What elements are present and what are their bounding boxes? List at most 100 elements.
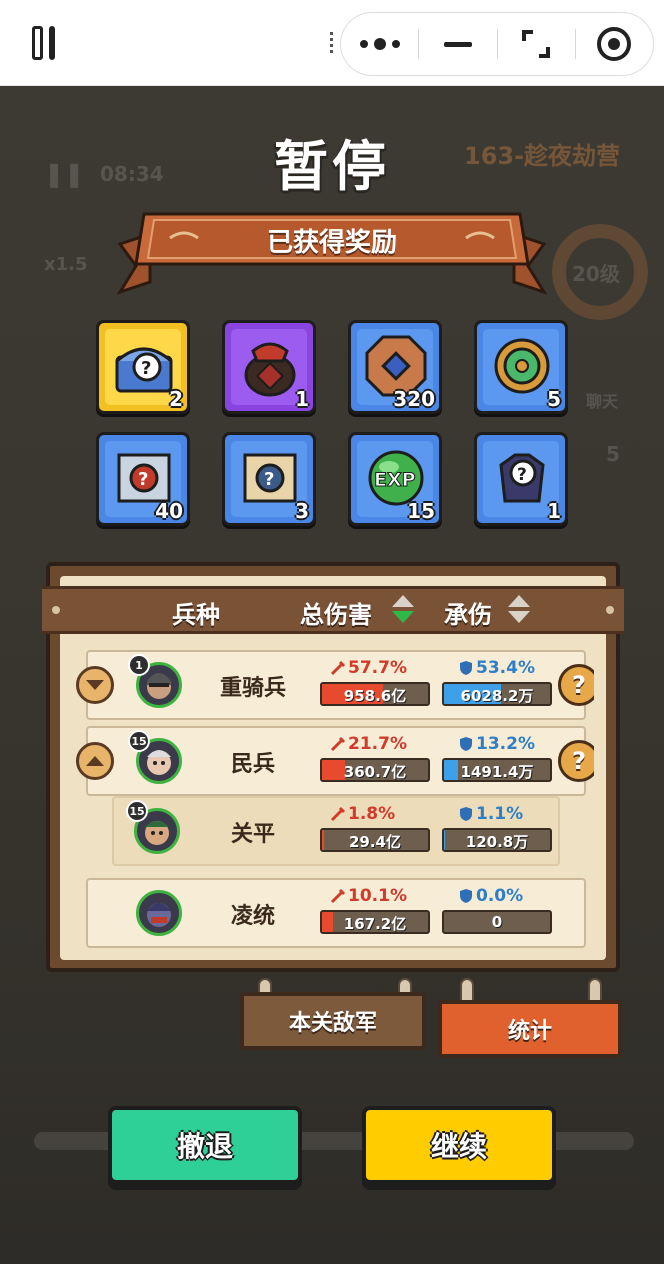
retreat-button[interactable]: 撤退 xyxy=(108,1106,302,1184)
sort-damage-icon[interactable] xyxy=(392,595,414,625)
tab-statistics[interactable]: 统计 xyxy=(438,1000,622,1058)
tank-value: 0 xyxy=(491,913,503,931)
question-icon: ? xyxy=(572,747,586,775)
unit-name: 重骑兵 xyxy=(219,676,286,701)
fullscreen-icon xyxy=(522,30,551,58)
header-unit: 兵种 xyxy=(172,601,220,629)
close-mini-program-button[interactable] xyxy=(576,13,653,75)
expand-button[interactable] xyxy=(76,742,114,780)
tank-percent: 1.1% xyxy=(476,804,524,824)
minimize-button[interactable] xyxy=(419,13,496,75)
reward-jar[interactable]: 1 xyxy=(222,320,316,414)
table-row: 1 重骑兵 57.7% 958.6亿 53.4% 6028.2万 ? xyxy=(76,650,594,720)
help-button[interactable]: ? xyxy=(558,740,594,782)
chevron-up-icon xyxy=(86,756,104,766)
damage-bar: 29.4亿 xyxy=(320,828,430,852)
sword-icon xyxy=(330,660,346,676)
help-button[interactable]: ? xyxy=(558,664,594,706)
reward-coin[interactable]: 320 xyxy=(348,320,442,414)
level-badge: 15 xyxy=(128,730,150,752)
table-row: 15 民兵 21.7% 360.7亿 13.2% 1491.4万 ? xyxy=(76,726,594,796)
reward-count: 320 xyxy=(393,387,435,411)
svg-text:?: ? xyxy=(141,358,151,379)
battle-stats-panel: 兵种 总伤害 承伤 1 重骑兵 57.7% 958.6亿 53.4% 6028.… xyxy=(42,562,624,972)
reward-exp-orb[interactable]: EXP 15 xyxy=(348,432,442,526)
tank-bar: 120.8万 xyxy=(442,828,552,852)
mini-program-capsule xyxy=(340,12,654,76)
reward-count: 5 xyxy=(547,387,561,411)
reward-mystery-scroll[interactable]: ? 40 xyxy=(96,432,190,526)
tank-percent: 53.4% xyxy=(476,658,535,678)
pause-title: 暂停 xyxy=(274,135,390,198)
bg-level: 20级 xyxy=(572,262,620,286)
more-button[interactable] xyxy=(341,13,418,75)
chevron-down-icon xyxy=(86,680,104,690)
tank-value: 120.8万 xyxy=(465,833,529,851)
damage-percent: 57.7% xyxy=(348,658,407,678)
reward-mystery-chest[interactable]: ? 2 xyxy=(96,320,190,414)
reward-count: 15 xyxy=(407,499,435,523)
svg-text:?: ? xyxy=(264,469,274,490)
sort-tank-icon[interactable] xyxy=(508,595,530,625)
level-badge: 15 xyxy=(126,800,148,822)
record-icon xyxy=(597,27,632,61)
level-badge: 1 xyxy=(128,654,150,676)
stats-rows: 1 重骑兵 57.7% 958.6亿 53.4% 6028.2万 ? 15 民兵… xyxy=(76,650,594,950)
damage-bar: 958.6亿 xyxy=(320,682,430,706)
damage-value: 360.7亿 xyxy=(343,763,407,781)
tank-bar: 6028.2万 xyxy=(442,682,552,706)
tank-value: 6028.2万 xyxy=(460,687,534,705)
tank-value: 1491.4万 xyxy=(460,763,534,781)
header-tank-sort[interactable]: 承伤 xyxy=(444,595,492,630)
sidebar-toggle-icon[interactable] xyxy=(32,26,64,60)
shield-icon xyxy=(460,737,472,751)
collapse-button[interactable] xyxy=(76,666,114,704)
damage-bar: 360.7亿 xyxy=(320,758,430,782)
sword-icon xyxy=(330,888,346,904)
reward-count: 40 xyxy=(155,499,183,523)
unit-name: 凌统 xyxy=(230,904,275,929)
bg-speed: x1.5 xyxy=(44,254,88,275)
sword-icon xyxy=(330,736,346,752)
shield-icon xyxy=(460,889,472,903)
unit-name: 民兵 xyxy=(230,752,275,777)
bg-chat: 聊天 xyxy=(586,392,619,411)
reward-mystery-armor[interactable]: ? 1 xyxy=(474,432,568,526)
table-row: 凌统 10.1% 167.2亿 0.0% 0 xyxy=(86,878,586,948)
damage-bar: 167.2亿 xyxy=(320,910,430,934)
damage-value: 167.2亿 xyxy=(343,915,407,933)
bg-side-count: 5 xyxy=(606,442,620,466)
unit-name: 关平 xyxy=(230,822,275,847)
tank-percent: 13.2% xyxy=(476,734,535,754)
svg-text:?: ? xyxy=(138,469,148,490)
rewards-banner-label: 已获得奖励 xyxy=(266,228,397,258)
sword-icon xyxy=(330,806,346,822)
game-pause-screen: ❚❚ 08:34 163-趁夜劫营 x1.5 20级 聊天 5 暂停 已获得奖励… xyxy=(0,86,664,1264)
top-bar xyxy=(0,0,664,86)
drag-handle-icon xyxy=(330,32,333,54)
fullscreen-button[interactable] xyxy=(498,13,575,75)
tank-percent: 0.0% xyxy=(476,886,524,906)
reward-count: 2 xyxy=(169,387,183,411)
tab-enemy-units[interactable]: 本关敌军 xyxy=(240,992,426,1050)
reward-count: 1 xyxy=(547,499,561,523)
more-dots-icon xyxy=(359,38,400,50)
avatar xyxy=(136,890,182,936)
minus-icon xyxy=(443,41,472,47)
tank-bar: 0 xyxy=(442,910,552,934)
table-row: 15 关平 1.8% 29.4亿 1.1% 120.8万 xyxy=(112,796,560,866)
shield-icon xyxy=(460,661,472,675)
damage-percent: 21.7% xyxy=(348,734,407,754)
damage-value: 958.6亿 xyxy=(343,687,407,705)
tank-bar: 1491.4万 xyxy=(442,758,552,782)
question-icon: ? xyxy=(572,671,586,699)
reward-jade-ring[interactable]: 5 xyxy=(474,320,568,414)
header-damage-sort[interactable]: 总伤害 xyxy=(300,595,372,630)
svg-text:?: ? xyxy=(517,465,527,485)
continue-button[interactable]: 继续 xyxy=(362,1106,556,1184)
reward-scroll[interactable]: ? 3 xyxy=(222,432,316,526)
shield-icon xyxy=(460,807,472,821)
stats-header: 兵种 总伤害 承伤 xyxy=(42,586,624,634)
damage-value: 29.4亿 xyxy=(348,833,401,851)
svg-text:EXP: EXP xyxy=(374,469,416,491)
